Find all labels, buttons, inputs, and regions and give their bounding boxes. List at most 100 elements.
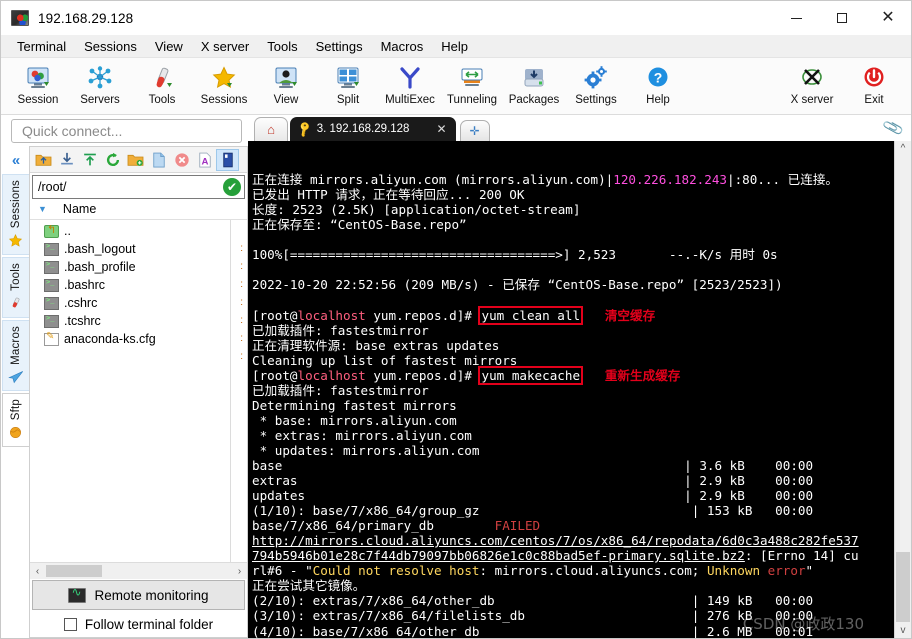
follow-terminal-folder-row[interactable]: Follow terminal folder xyxy=(30,611,247,637)
sessions-star-icon xyxy=(211,63,237,93)
list-item[interactable]: .bash_logout xyxy=(30,240,247,258)
xserver-icon xyxy=(799,63,825,93)
menu-bar: Terminal Sessions View X server Tools Se… xyxy=(1,35,911,58)
close-icon[interactable]: ✕ xyxy=(431,122,451,136)
maximize-button[interactable] xyxy=(819,1,865,35)
exit-power-icon xyxy=(861,63,887,93)
ribbon-tools[interactable]: Tools xyxy=(131,60,193,106)
paperclip-icon[interactable]: 📎 xyxy=(882,116,905,139)
ribbon-servers[interactable]: Servers xyxy=(69,60,131,106)
sidebar-item-macros[interactable]: Macros xyxy=(1,320,29,392)
terminal-file-icon xyxy=(44,314,59,328)
sidebar-item-sessions[interactable]: Sessions xyxy=(1,174,29,256)
list-item[interactable]: .. xyxy=(30,222,247,240)
follow-terminal-folder-checkbox[interactable] xyxy=(63,617,77,631)
quick-connect-input[interactable]: Quick connect... xyxy=(11,119,242,143)
ribbon-sessions[interactable]: Sessions xyxy=(193,60,255,106)
delete-icon[interactable] xyxy=(170,149,193,171)
ribbon-exit-label: Exit xyxy=(864,94,884,106)
list-item[interactable]: anaconda-ks.cfg xyxy=(30,330,247,348)
menu-terminal[interactable]: Terminal xyxy=(8,37,75,56)
terminal-line: 正在尝试其它镜像。 xyxy=(252,578,894,593)
text-mode-icon[interactable]: A xyxy=(193,149,216,171)
list-item[interactable]: .cshrc xyxy=(30,294,247,312)
terminal-line: Determining fastest mirrors xyxy=(252,398,894,413)
scroll-right-icon[interactable]: › xyxy=(232,566,247,577)
ribbon-help[interactable]: ? Help xyxy=(627,60,689,106)
window-controls: ✕ xyxy=(773,1,911,35)
session-icon xyxy=(25,63,51,93)
remote-monitoring-button[interactable]: Remote monitoring xyxy=(32,580,245,610)
close-button[interactable]: ✕ xyxy=(865,1,911,35)
ribbon-session[interactable]: Session xyxy=(7,60,69,106)
session-tab[interactable]: 🔑 3. 192.168.29.128 ✕ xyxy=(290,117,456,141)
ribbon-settings[interactable]: Settings xyxy=(565,60,627,106)
menu-macros[interactable]: Macros xyxy=(372,37,433,56)
minimize-button[interactable] xyxy=(773,1,819,35)
upload-icon[interactable] xyxy=(78,149,101,171)
terminal-line: (1/10): base/7/x86_64/group_gz | 153 kB … xyxy=(252,503,894,518)
svg-text:?: ? xyxy=(654,70,663,86)
collapse-sidebar-icon[interactable]: « xyxy=(12,148,20,174)
sftp-path-bar[interactable]: /root/ ✔ xyxy=(32,175,245,199)
sftp-toolbar: A xyxy=(30,147,247,173)
scroll-up-icon[interactable]: ^ xyxy=(901,143,906,154)
hscroll-thumb[interactable] xyxy=(46,565,102,577)
list-item[interactable]: .bash_profile xyxy=(30,258,247,276)
ribbon-right-group: X server Exit xyxy=(781,60,905,106)
terminal-text: error xyxy=(767,563,806,579)
file-list-header[interactable]: ▼ Name xyxy=(30,199,247,220)
scroll-left-icon[interactable]: ‹ xyxy=(30,566,45,577)
terminal-line: (4/10): base/7/x86_64/other_db | 2.6 MB … xyxy=(252,624,894,639)
sidebar-item-tools[interactable]: Tools xyxy=(1,257,29,319)
ribbon-packages[interactable]: Packages xyxy=(503,60,565,106)
file-name: .cshrc xyxy=(64,296,98,310)
ribbon-split[interactable]: Split xyxy=(317,60,379,106)
tunneling-icon xyxy=(459,63,485,93)
ribbon-view[interactable]: View xyxy=(255,60,317,106)
terminal-line: 2022-10-20 22:52:56 (209 MB/s) - 已保存 “Ce… xyxy=(252,277,894,292)
menu-settings[interactable]: Settings xyxy=(307,37,372,56)
list-item[interactable]: .tcshrc xyxy=(30,312,247,330)
ribbon-exit[interactable]: Exit xyxy=(843,60,905,106)
terminal-output[interactable]: 正在连接 mirrors.aliyun.com (mirrors.aliyun.… xyxy=(248,141,894,638)
menu-sessions[interactable]: Sessions xyxy=(75,37,146,56)
terminal-line: 已加载插件: fastestmirror xyxy=(252,323,894,338)
terminal-text: yum.repos.d]# xyxy=(365,307,480,323)
terminal-text: FAILED xyxy=(494,518,541,534)
sidebar-item-sessions-label: Sessions xyxy=(9,180,22,229)
remote-monitoring-label: Remote monitoring xyxy=(94,587,209,603)
menu-tools[interactable]: Tools xyxy=(258,37,306,56)
home-tab[interactable]: ⌂ xyxy=(254,117,288,141)
terminal-scroll-thumb[interactable] xyxy=(896,552,910,622)
new-tab-button[interactable]: ✛ xyxy=(459,120,490,141)
binary-mode-icon[interactable] xyxy=(216,148,239,171)
terminal-wrap: 正在连接 mirrors.aliyun.com (mirrors.aliyun.… xyxy=(248,141,911,638)
sidebar-item-sftp[interactable]: Sftp xyxy=(1,393,29,448)
go-up-icon[interactable] xyxy=(32,149,55,171)
terminal-tab-strip: ⌂ 🔑 3. 192.168.29.128 ✕ ✛ 📎 xyxy=(248,115,911,141)
new-folder-icon[interactable] xyxy=(124,149,147,171)
menu-view[interactable]: View xyxy=(146,37,192,56)
terminal-line: [root@localhost yum.repos.d]# yum clean … xyxy=(252,305,894,325)
ribbon-multiexec[interactable]: MultiExec xyxy=(379,60,441,106)
file-list-hscrollbar[interactable]: ‹ › xyxy=(30,562,247,579)
column-header-name: Name xyxy=(62,202,97,216)
refresh-icon[interactable] xyxy=(101,149,124,171)
ribbon-xserver[interactable]: X server xyxy=(781,60,843,106)
terminal-scrollbar[interactable]: ^ v xyxy=(894,141,911,638)
terminal-file-icon xyxy=(44,296,59,310)
ribbon-multiexec-label: MultiExec xyxy=(385,94,435,106)
scroll-down-icon[interactable]: v xyxy=(901,625,906,636)
tools-icon xyxy=(149,63,175,93)
menu-help[interactable]: Help xyxy=(432,37,477,56)
file-name: .tcshrc xyxy=(64,314,101,328)
download-icon[interactable] xyxy=(55,149,78,171)
split-icon xyxy=(335,63,361,93)
ribbon-tunneling[interactable]: Tunneling xyxy=(441,60,503,106)
new-file-icon[interactable] xyxy=(147,149,170,171)
menu-xserver[interactable]: X server xyxy=(192,37,258,56)
list-item[interactable]: .bashrc xyxy=(30,276,247,294)
